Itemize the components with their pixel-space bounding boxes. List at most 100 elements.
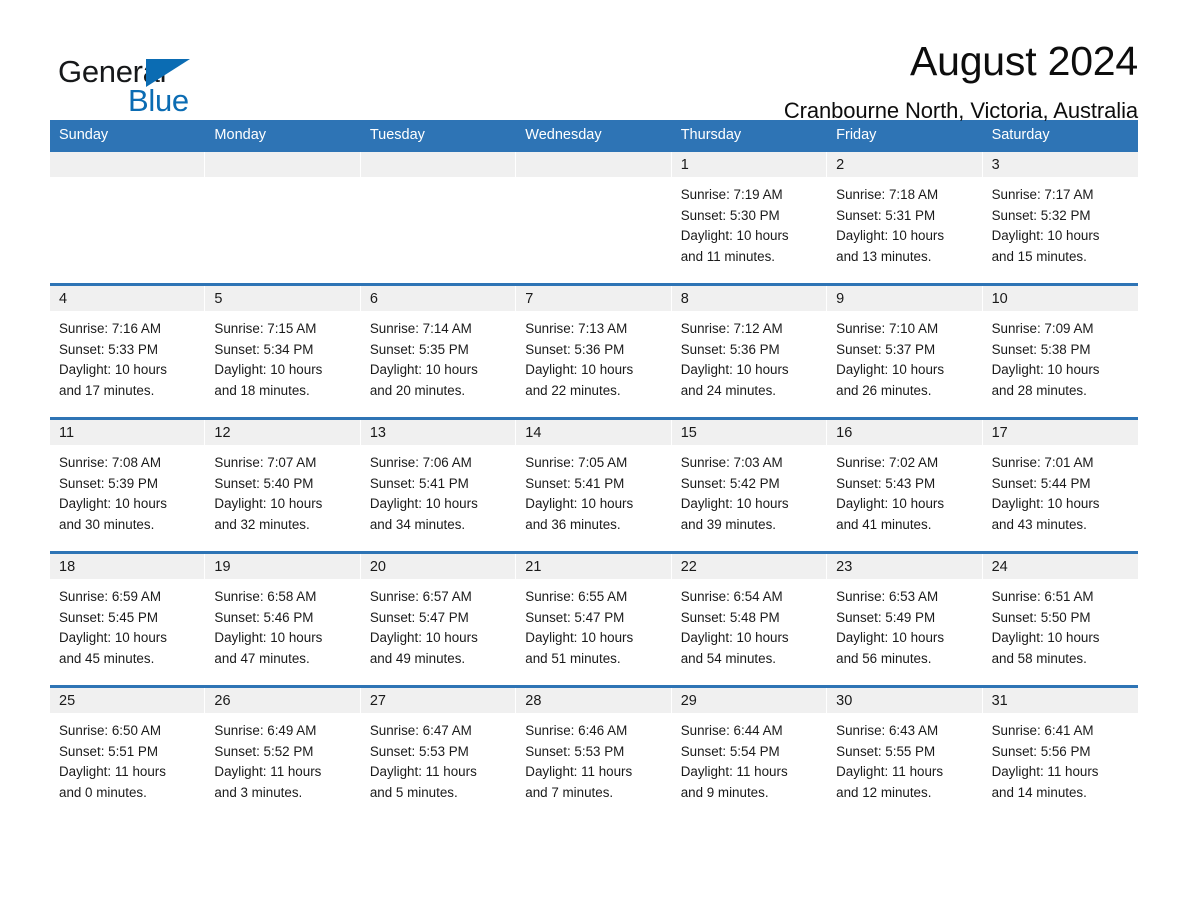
day-cell[interactable]: 6 Sunrise: 7:14 AM Sunset: 5:35 PM Dayli…	[360, 286, 517, 418]
day-cell[interactable]: 30 Sunrise: 6:43 AM Sunset: 5:55 PM Dayl…	[827, 688, 983, 820]
sunset-text: Sunset: 5:49 PM	[836, 609, 936, 625]
day-cell[interactable]: 9 Sunrise: 7:10 AM Sunset: 5:37 PM Dayli…	[827, 286, 983, 418]
daylight-line-1: Daylight: 10 hours	[680, 362, 789, 378]
day-number: 5	[205, 286, 360, 312]
day-number: 8	[671, 286, 827, 312]
day-cell[interactable]: 3 Sunrise: 7:17 AM Sunset: 5:32 PM Dayli…	[982, 152, 1138, 284]
day-cell[interactable]: 26 Sunrise: 6:49 AM Sunset: 5:52 PM Dayl…	[205, 688, 361, 820]
day-cell[interactable]: 22 Sunrise: 6:54 AM Sunset: 5:48 PM Dayl…	[671, 554, 828, 686]
daylight-line-2: and 51 minutes.	[525, 650, 621, 666]
day-cell[interactable]: 12 Sunrise: 7:07 AM Sunset: 5:40 PM Dayl…	[205, 420, 361, 552]
sunrise-text: Sunrise: 6:53 AM	[836, 589, 939, 605]
day-number: 14	[516, 420, 671, 446]
sunset-text: Sunset: 5:37 PM	[836, 341, 936, 357]
sunrise-text: Sunrise: 6:50 AM	[59, 723, 161, 739]
day-details: Sunrise: 7:07 AM Sunset: 5:40 PM Dayligh…	[205, 445, 359, 535]
day-cell[interactable]	[516, 152, 672, 284]
sunrise-text: Sunrise: 6:59 AM	[59, 589, 161, 605]
day-number: 13	[360, 420, 516, 446]
sunrise-text: Sunrise: 7:19 AM	[680, 187, 783, 203]
daylight-line-1: Daylight: 10 hours	[59, 362, 167, 378]
sunrise-text: Sunrise: 6:46 AM	[525, 723, 628, 739]
day-cell[interactable]: 29 Sunrise: 6:44 AM Sunset: 5:54 PM Dayl…	[671, 688, 828, 820]
general-blue-logo[interactable]: General Blue	[50, 38, 200, 118]
daylight-line-2: and 58 minutes.	[991, 650, 1087, 666]
day-cell[interactable]: 23 Sunrise: 6:53 AM Sunset: 5:49 PM Dayl…	[827, 554, 983, 686]
sunset-text: Sunset: 5:56 PM	[991, 743, 1091, 759]
sunset-text: Sunset: 5:43 PM	[836, 475, 936, 491]
day-cell[interactable]: 19 Sunrise: 6:58 AM Sunset: 5:46 PM Dayl…	[205, 554, 361, 686]
sunset-text: Sunset: 5:36 PM	[525, 341, 625, 357]
day-details: Sunrise: 6:49 AM Sunset: 5:52 PM Dayligh…	[205, 713, 359, 803]
sunrise-text: Sunrise: 7:01 AM	[991, 455, 1094, 471]
sunset-text: Sunset: 5:48 PM	[680, 609, 780, 625]
daylight-line-1: Daylight: 10 hours	[369, 630, 478, 646]
daylight-line-2: and 49 minutes.	[369, 650, 466, 666]
weekday-header-sunday: Sunday	[59, 127, 109, 143]
sunset-text: Sunset: 5:54 PM	[680, 743, 780, 759]
title-block: August 2024 Cranbourne North, Victoria, …	[200, 38, 1138, 124]
day-details: Sunrise: 6:55 AM Sunset: 5:47 PM Dayligh…	[516, 579, 670, 669]
daylight-line-1: Daylight: 10 hours	[680, 228, 789, 244]
day-details: Sunrise: 7:12 AM Sunset: 5:36 PM Dayligh…	[672, 311, 826, 401]
daylight-line-2: and 22 minutes.	[525, 382, 621, 398]
day-details: Sunrise: 6:46 AM Sunset: 5:53 PM Dayligh…	[516, 713, 670, 803]
weekday-header-wednesday: Wednesday	[525, 127, 602, 143]
sunset-text: Sunset: 5:52 PM	[214, 743, 314, 759]
day-number: 9	[827, 286, 982, 312]
day-cell[interactable]: 1 Sunrise: 7:19 AM Sunset: 5:30 PM Dayli…	[671, 152, 828, 284]
day-cell[interactable]: 28 Sunrise: 6:46 AM Sunset: 5:53 PM Dayl…	[516, 688, 672, 820]
day-cell[interactable]: 11 Sunrise: 7:08 AM Sunset: 5:39 PM Dayl…	[50, 420, 206, 552]
day-cell[interactable]: 16 Sunrise: 7:02 AM Sunset: 5:43 PM Dayl…	[827, 420, 983, 552]
day-cell[interactable]	[360, 152, 517, 284]
day-number: 26	[205, 688, 360, 714]
sunset-text: Sunset: 5:46 PM	[214, 609, 314, 625]
day-details: Sunrise: 6:51 AM Sunset: 5:50 PM Dayligh…	[983, 579, 1138, 669]
day-details: Sunrise: 6:41 AM Sunset: 5:56 PM Dayligh…	[983, 713, 1138, 803]
day-cell[interactable]: 21 Sunrise: 6:55 AM Sunset: 5:47 PM Dayl…	[516, 554, 672, 686]
day-cell[interactable]: 4 Sunrise: 7:16 AM Sunset: 5:33 PM Dayli…	[50, 286, 206, 418]
daylight-line-1: Daylight: 10 hours	[214, 362, 323, 378]
day-cell[interactable]: 15 Sunrise: 7:03 AM Sunset: 5:42 PM Dayl…	[671, 420, 828, 552]
sunrise-text: Sunrise: 7:05 AM	[525, 455, 628, 471]
daylight-line-1: Daylight: 10 hours	[836, 228, 945, 244]
day-cell[interactable]: 18 Sunrise: 6:59 AM Sunset: 5:45 PM Dayl…	[50, 554, 206, 686]
day-details	[516, 177, 670, 185]
day-number: 31	[982, 688, 1138, 714]
day-cell[interactable]: 10 Sunrise: 7:09 AM Sunset: 5:38 PM Dayl…	[982, 286, 1138, 418]
day-cell[interactable]: 25 Sunrise: 6:50 AM Sunset: 5:51 PM Dayl…	[50, 688, 206, 820]
day-cell[interactable]: 8 Sunrise: 7:12 AM Sunset: 5:36 PM Dayli…	[671, 286, 828, 418]
sunrise-text: Sunrise: 6:49 AM	[214, 723, 317, 739]
day-details: Sunrise: 7:02 AM Sunset: 5:43 PM Dayligh…	[827, 445, 981, 535]
day-cell[interactable]: 7 Sunrise: 7:13 AM Sunset: 5:36 PM Dayli…	[516, 286, 672, 418]
day-details	[361, 177, 515, 185]
week-row: 25 Sunrise: 6:50 AM Sunset: 5:51 PM Dayl…	[50, 685, 1138, 820]
day-cell[interactable]: 27 Sunrise: 6:47 AM Sunset: 5:53 PM Dayl…	[360, 688, 517, 820]
day-cell[interactable]: 20 Sunrise: 6:57 AM Sunset: 5:47 PM Dayl…	[360, 554, 517, 686]
daylight-line-2: and 30 minutes.	[59, 516, 155, 532]
day-details: Sunrise: 7:19 AM Sunset: 5:30 PM Dayligh…	[672, 177, 826, 267]
day-cell[interactable]: 5 Sunrise: 7:15 AM Sunset: 5:34 PM Dayli…	[205, 286, 361, 418]
day-cell[interactable]: 14 Sunrise: 7:05 AM Sunset: 5:41 PM Dayl…	[516, 420, 672, 552]
daylight-line-2: and 56 minutes.	[836, 650, 932, 666]
day-details: Sunrise: 7:18 AM Sunset: 5:31 PM Dayligh…	[827, 177, 981, 267]
day-cell[interactable]: 24 Sunrise: 6:51 AM Sunset: 5:50 PM Dayl…	[982, 554, 1138, 686]
day-number: 25	[50, 688, 205, 714]
day-number: 27	[360, 688, 516, 714]
sunset-text: Sunset: 5:53 PM	[525, 743, 625, 759]
sunrise-text: Sunrise: 7:07 AM	[214, 455, 317, 471]
day-cell[interactable]: 2 Sunrise: 7:18 AM Sunset: 5:31 PM Dayli…	[827, 152, 983, 284]
day-cell[interactable]: 31 Sunrise: 6:41 AM Sunset: 5:56 PM Dayl…	[982, 688, 1138, 820]
day-cell[interactable]	[50, 152, 206, 284]
sunrise-text: Sunrise: 6:41 AM	[991, 723, 1094, 739]
day-number: 15	[671, 420, 827, 446]
day-details: Sunrise: 6:58 AM Sunset: 5:46 PM Dayligh…	[205, 579, 359, 669]
day-cell[interactable]: 13 Sunrise: 7:06 AM Sunset: 5:41 PM Dayl…	[360, 420, 517, 552]
daylight-line-1: Daylight: 10 hours	[991, 362, 1100, 378]
day-cell[interactable]: 17 Sunrise: 7:01 AM Sunset: 5:44 PM Dayl…	[982, 420, 1138, 552]
day-number: 22	[671, 554, 827, 580]
day-number: 7	[516, 286, 671, 312]
day-cell[interactable]	[205, 152, 361, 284]
sunset-text: Sunset: 5:31 PM	[836, 207, 936, 223]
sunset-text: Sunset: 5:47 PM	[369, 609, 469, 625]
